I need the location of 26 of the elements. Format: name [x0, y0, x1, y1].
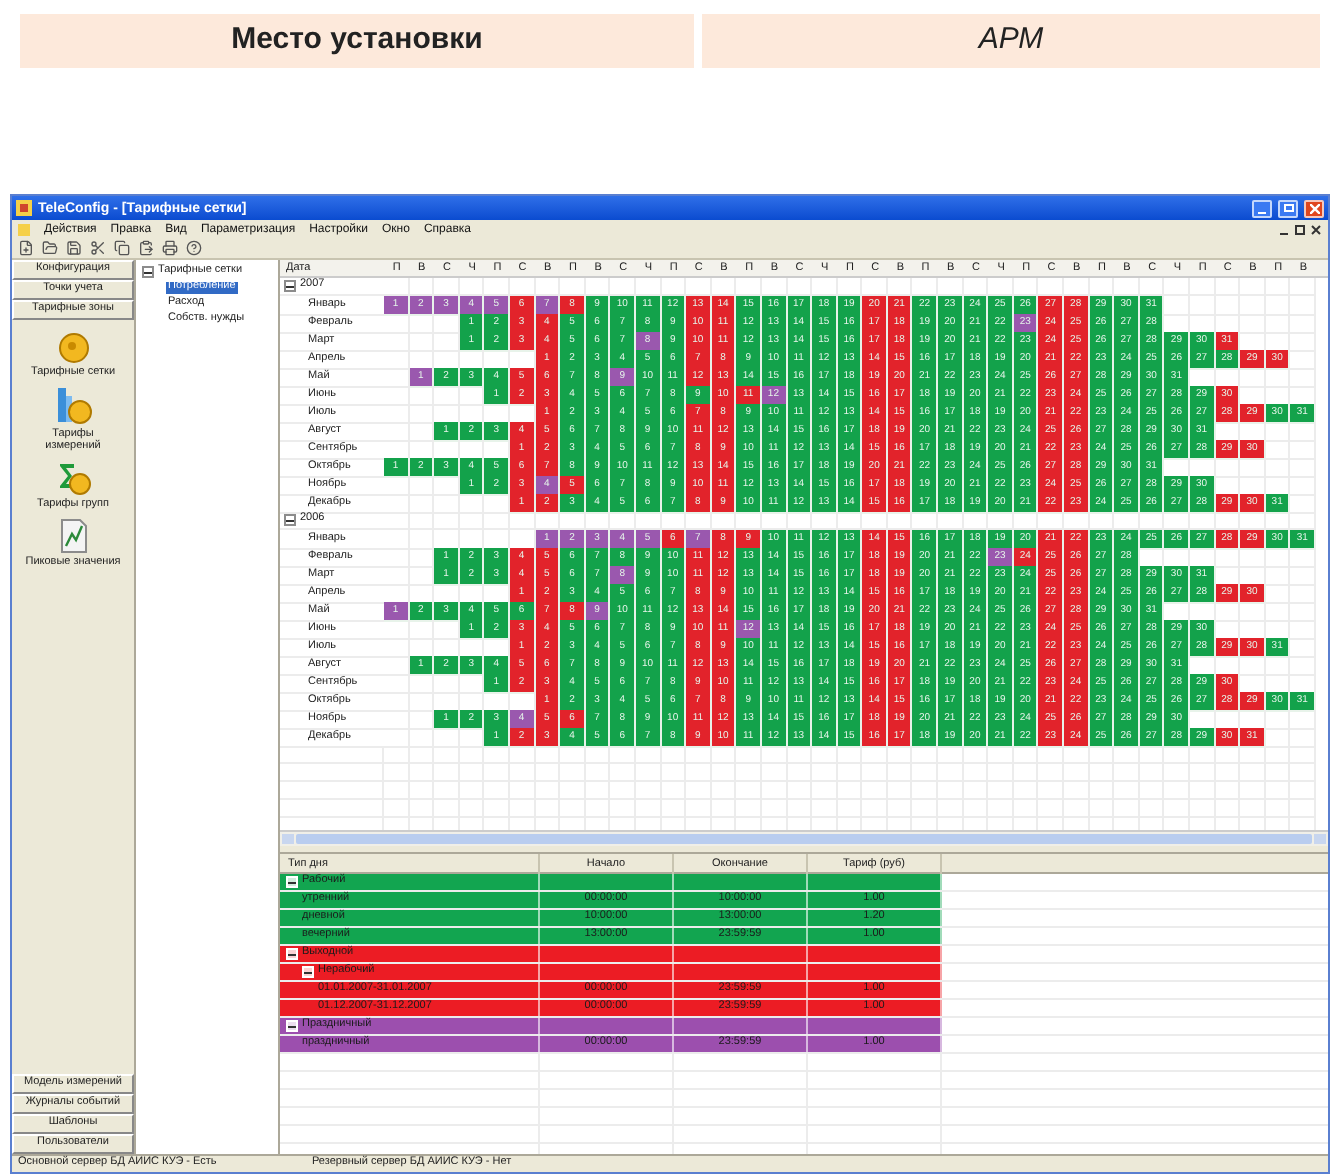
minimize-button[interactable] — [1252, 199, 1272, 217]
header-value: АРМ — [702, 14, 1320, 68]
expand-toggle[interactable] — [142, 266, 154, 278]
document-icon — [18, 223, 30, 235]
scrollbar-thumb[interactable] — [296, 834, 1312, 844]
horizontal-scrollbar[interactable] — [280, 832, 1328, 846]
coin-chart-icon — [55, 386, 91, 426]
close-icon — [1309, 203, 1319, 213]
expand-toggle[interactable] — [284, 280, 296, 292]
paste-icon[interactable] — [138, 240, 154, 256]
header-label: Место установки — [20, 14, 694, 68]
expand-toggle[interactable] — [284, 514, 296, 526]
print-icon[interactable] — [162, 240, 178, 256]
sigma-coin-icon — [55, 460, 91, 496]
copy-icon[interactable] — [114, 240, 130, 256]
app-icon — [16, 200, 32, 216]
new-file-icon[interactable] — [18, 240, 34, 256]
folder-icon[interactable] — [42, 240, 58, 256]
cut-icon[interactable] — [90, 240, 106, 256]
child-window-controls-icon[interactable] — [1278, 223, 1322, 235]
close-button[interactable] — [1304, 199, 1324, 217]
save-icon[interactable] — [66, 240, 82, 256]
coin-icon — [57, 332, 89, 364]
chart-page-icon — [57, 518, 89, 554]
help-icon[interactable] — [186, 240, 202, 256]
maximize-button[interactable] — [1278, 199, 1298, 217]
